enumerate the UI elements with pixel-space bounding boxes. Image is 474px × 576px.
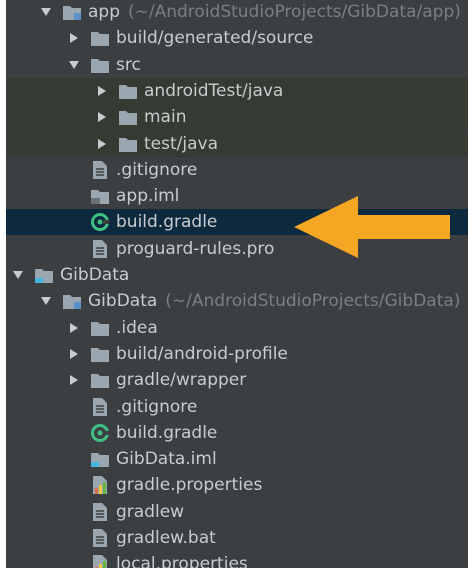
folder-icon [90, 344, 110, 364]
tree-row-label: gradlew [116, 501, 185, 522]
tree-row[interactable]: GibData (~/AndroidStudioProjects/GibData) [6, 288, 468, 314]
project-iml-icon [90, 449, 110, 469]
project-icon [34, 265, 54, 285]
tree-row-label: proguard-rules.pro [116, 238, 275, 259]
tree-row[interactable]: gradlew.bat [6, 525, 468, 551]
annotation-arrow-icon [294, 196, 450, 258]
tree-row[interactable]: androidTest/java [6, 77, 468, 104]
chevron-down-icon[interactable] [38, 295, 54, 307]
gradle-icon [90, 212, 110, 232]
project-tree-panel: app (~/AndroidStudioProjects/GibData/app)… [6, 0, 468, 568]
tree-row-label: build/generated/source [116, 28, 314, 49]
chevron-down-icon[interactable] [10, 269, 26, 281]
tree-row-path: (~/AndroidStudioProjects/GibData/app) [128, 2, 461, 22]
properties-file-icon [90, 554, 110, 568]
tree-row-label: build.gradle [116, 212, 218, 233]
tree-row-label: app.iml [116, 186, 180, 207]
chevron-down-icon[interactable] [66, 59, 82, 71]
tree-row[interactable]: gradle/wrapper [6, 367, 468, 393]
tree-row[interactable]: .gitignore [6, 394, 468, 420]
tree-row[interactable]: .idea [6, 315, 468, 341]
text-file-icon [90, 502, 110, 522]
tree-row[interactable]: main [6, 104, 468, 131]
gradle-icon [90, 423, 110, 443]
chevron-right-icon[interactable] [94, 138, 110, 150]
tree-row-label: GibData.iml [116, 449, 217, 470]
folder-icon [90, 55, 110, 75]
tree-row[interactable]: app (~/AndroidStudioProjects/GibData/app) [6, 0, 468, 25]
chevron-down-icon[interactable] [38, 6, 54, 18]
tree-row[interactable]: .gitignore [6, 157, 468, 183]
tree-row[interactable]: gradle.properties [6, 472, 468, 498]
tree-row-label: gradlew.bat [116, 528, 216, 548]
tree-row[interactable]: src [6, 52, 468, 78]
iml-file-icon [90, 186, 110, 206]
tree-row-label: .idea [116, 317, 158, 338]
annotation-arrow-shape [294, 196, 450, 258]
module-folder-icon [62, 291, 82, 311]
chevron-right-icon[interactable] [66, 32, 82, 44]
chevron-right-icon[interactable] [94, 85, 110, 97]
tree-row[interactable]: build/android-profile [6, 341, 468, 367]
tree-row-label: gradle/wrapper [116, 370, 247, 391]
folder-icon [118, 134, 138, 154]
tree-row-label: main [144, 107, 187, 128]
chevron-right-icon[interactable] [94, 111, 110, 123]
tree-row-label: src [116, 54, 141, 75]
tree-row[interactable]: local.properties [6, 551, 468, 568]
text-file-icon [90, 528, 110, 548]
tree-row-label: GibData [88, 291, 158, 312]
tree-row-label: build.gradle [116, 422, 218, 443]
tree-row-label: test/java [144, 133, 218, 154]
text-file-icon [90, 239, 110, 259]
properties-file-icon [90, 475, 110, 495]
tree-row[interactable]: build/generated/source [6, 25, 468, 51]
tree-row[interactable]: GibData [6, 262, 468, 288]
chevron-right-icon[interactable] [66, 374, 82, 386]
folder-icon [90, 318, 110, 338]
tree-row-label: build/android-profile [116, 343, 288, 364]
tree-row[interactable]: test/java [6, 130, 468, 157]
tree-row-label: androidTest/java [144, 80, 284, 101]
folder-icon [118, 107, 138, 127]
tree-row[interactable]: gradlew [6, 499, 468, 525]
tree-row-label: gradle.properties [116, 475, 263, 496]
chevron-right-icon[interactable] [66, 322, 82, 334]
tree-row-path: (~/AndroidStudioProjects/GibData) [165, 291, 461, 312]
folder-icon [90, 370, 110, 390]
text-file-icon [90, 397, 110, 417]
tree-row-label: GibData [60, 265, 130, 285]
tree-row-label: .gitignore [116, 396, 198, 417]
tree-row[interactable]: GibData.iml [6, 446, 468, 472]
module-folder-icon [62, 2, 82, 22]
text-file-icon [90, 160, 110, 180]
tree-row[interactable]: build.gradle [6, 420, 468, 446]
tree-row-label: local.properties [116, 554, 248, 568]
tree-row-label: .gitignore [116, 159, 198, 180]
folder-icon [90, 28, 110, 48]
chevron-right-icon[interactable] [66, 348, 82, 360]
folder-icon [118, 81, 138, 101]
tree-row-label: app [88, 2, 120, 22]
